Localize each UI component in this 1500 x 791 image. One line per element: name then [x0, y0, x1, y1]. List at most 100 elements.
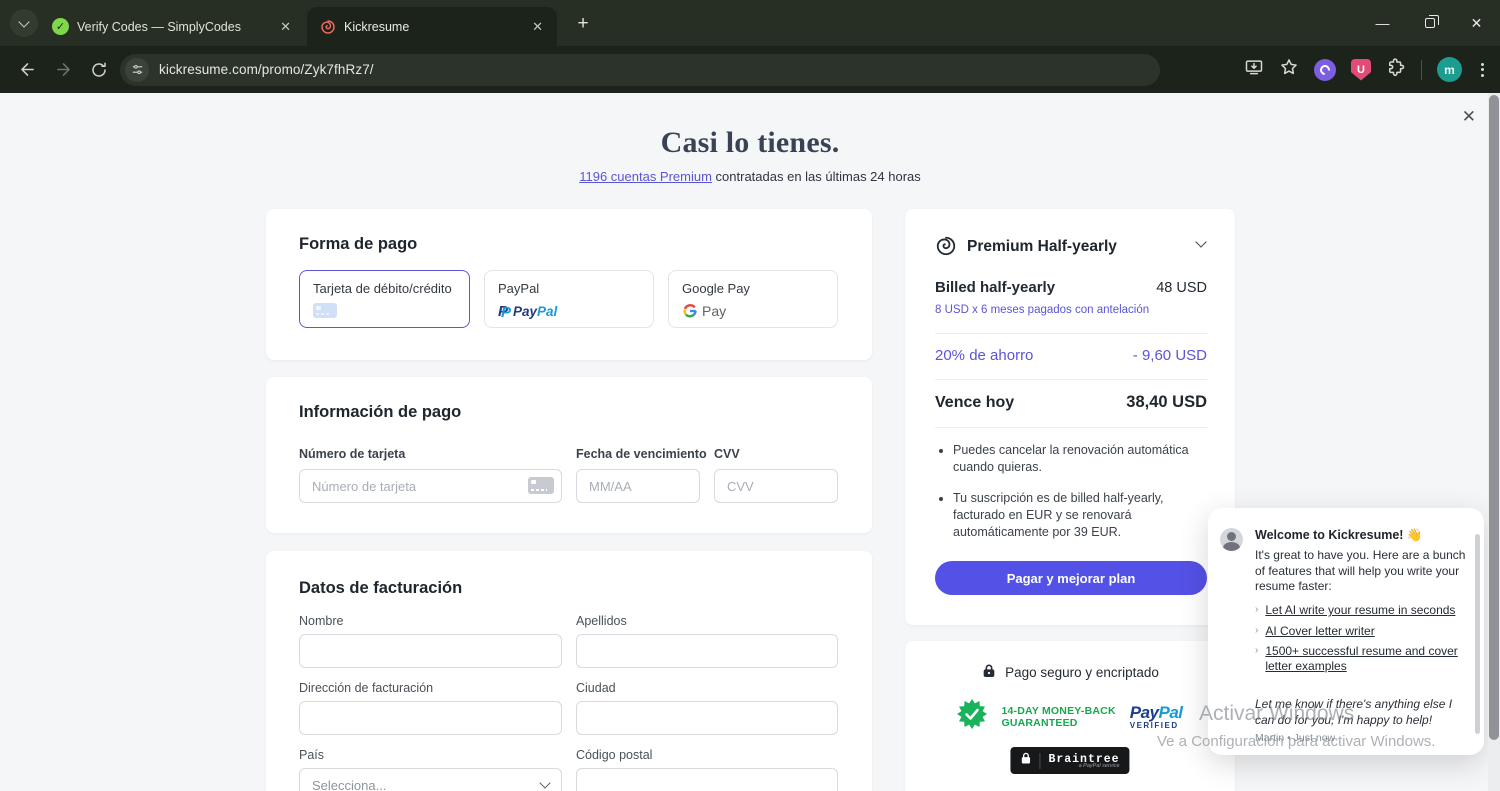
payment-option-label: Tarjeta de débito/crédito — [313, 281, 452, 296]
braintree-lock-icon — [1020, 752, 1031, 770]
braintree-badge: Braintree a PayPal service — [1010, 747, 1130, 774]
install-page-icon[interactable] — [1244, 57, 1264, 82]
simplycodes-extension-icon[interactable] — [1314, 58, 1336, 81]
payment-option-label: PayPal — [498, 281, 540, 296]
tab-close-icon[interactable]: ✕ — [528, 17, 547, 37]
site-settings-icon[interactable] — [125, 57, 149, 82]
profile-avatar[interactable]: m — [1437, 57, 1462, 82]
new-tab-button[interactable]: + — [570, 11, 596, 37]
bullet-arrow-icon: › — [1255, 604, 1259, 615]
lock-icon — [981, 663, 997, 682]
country-select[interactable]: Selecciona... — [299, 768, 562, 791]
social-proof-line: 1196 cuentas Premium contratadas en las … — [0, 169, 1500, 184]
window-minimize-button[interactable]: — — [1359, 0, 1406, 46]
billed-row: Billed half-yearly 48 USD — [935, 279, 1207, 296]
payment-option-card[interactable]: Tarjeta de débito/crédito — [299, 270, 470, 328]
postal-input[interactable] — [576, 768, 838, 791]
first-name-input[interactable] — [299, 634, 562, 668]
city-input[interactable] — [576, 701, 838, 735]
social-proof-rest: contratadas en las últimas 24 horas — [711, 169, 921, 184]
url-text: kickresume.com/promo/Zyk7fhRz7/ — [159, 62, 374, 77]
card-number-label: Número de tarjeta — [299, 447, 406, 461]
country-label: País — [299, 748, 325, 762]
last-name-label: Apellidos — [576, 614, 627, 628]
back-button[interactable] — [12, 55, 42, 85]
window-restore-button[interactable] — [1406, 0, 1453, 46]
extensions-puzzle-icon[interactable] — [1386, 57, 1406, 82]
payment-option-paypal[interactable]: PayPal PP Pay Pal — [484, 270, 654, 328]
page-title: Casi lo tienes. — [660, 126, 840, 159]
chat-feature-links: › Let AI write your resume in seconds › AI… — [1255, 603, 1472, 679]
city-label: Ciudad — [576, 681, 616, 695]
chat-link-cover-letter[interactable]: AI Cover letter writer — [1265, 624, 1374, 639]
chat-link-examples[interactable]: 1500+ successful resume and cover letter… — [1265, 644, 1472, 673]
close-checkout-icon[interactable]: ✕ — [1462, 108, 1476, 125]
moneyback-seal-icon — [957, 699, 988, 734]
paypal-monogram-icon: PP — [498, 303, 512, 321]
kickresume-favicon-icon — [319, 18, 336, 35]
cvv-label: CVV — [714, 447, 740, 461]
card-brand-icon — [528, 477, 554, 494]
window-controls: — ✕ — [1359, 0, 1500, 46]
discount-label: 20% de ahorro — [935, 347, 1034, 364]
chat-scrollbar[interactable] — [1475, 534, 1480, 734]
toolbar-divider — [1421, 59, 1422, 80]
due-label: Vence hoy — [935, 394, 1015, 411]
payment-info-card: Información de pago Número de tarjeta Fe… — [266, 377, 872, 533]
billing-card: Datos de facturación Nombre Apellidos Di… — [266, 551, 872, 791]
kickresume-logo-icon — [935, 235, 957, 262]
chat-widget: Welcome to Kickresume! 👋 It's great to h… — [1208, 508, 1484, 755]
page-scrollbar[interactable] — [1488, 93, 1500, 791]
support-agent-avatar — [1220, 528, 1243, 551]
chevron-down-icon — [539, 777, 551, 789]
tab-title: Verify Codes — SimplyCodes — [77, 19, 241, 34]
payment-method-heading: Forma de pago — [299, 235, 418, 253]
billed-value: 48 USD — [1156, 280, 1207, 296]
first-name-label: Nombre — [299, 614, 344, 628]
billed-label: Billed half-yearly — [935, 279, 1056, 296]
pay-button[interactable]: Pagar y mejorar plan — [935, 561, 1207, 595]
tab-kickresume[interactable]: Kickresume ✕ — [307, 7, 557, 46]
chat-message-body: It's great to have you. Here are a bunch… — [1255, 548, 1466, 593]
discount-value: - 9,60 USD — [1132, 347, 1207, 364]
country-select-value: Selecciona... — [312, 777, 387, 791]
moneyback-text: 14-DAY MONEY-BACK GUARANTEED — [1001, 704, 1116, 729]
reload-button[interactable] — [84, 55, 114, 85]
expiry-input[interactable] — [576, 469, 700, 503]
chat-link-ai-resume[interactable]: Let AI write your resume in seconds — [1265, 603, 1455, 618]
browser-toolbar: kickresume.com/promo/Zyk7fhRz7/ U m — [0, 46, 1500, 93]
due-row: Vence hoy 38,40 USD — [935, 393, 1207, 412]
address-input[interactable] — [299, 701, 562, 735]
simplycodes-favicon-icon: ✓ — [52, 18, 69, 35]
premium-accounts-link[interactable]: 1196 cuentas Premium — [579, 169, 712, 184]
billed-note: 8 USD x 6 meses pagados con antelación — [935, 304, 1150, 316]
tab-simplycodes[interactable]: ✓ Verify Codes — SimplyCodes ✕ — [40, 7, 305, 46]
plan-note: Puedes cancelar la renovación automática… — [953, 442, 1209, 476]
plan-notes: Puedes cancelar la renovación automática… — [953, 442, 1209, 555]
browser-tab-strip: ✓ Verify Codes — SimplyCodes ✕ Kickresum… — [0, 0, 1500, 46]
shield-extension-icon[interactable]: U — [1351, 58, 1371, 81]
secure-payment-label: Pago seguro y encriptado — [1005, 665, 1159, 680]
forward-button[interactable] — [48, 55, 78, 85]
discount-row: 20% de ahorro - 9,60 USD — [935, 347, 1207, 364]
url-bar[interactable]: kickresume.com/promo/Zyk7fhRz7/ — [120, 53, 1160, 86]
chevron-down-icon — [18, 15, 30, 28]
last-name-input[interactable] — [576, 634, 838, 668]
cvv-input[interactable] — [714, 469, 838, 503]
payment-option-googlepay[interactable]: Google Pay Pay — [668, 270, 838, 328]
security-card: Pago seguro y encriptado 14-DAY MONEY-BA… — [905, 641, 1235, 791]
bookmark-star-icon[interactable] — [1279, 57, 1299, 82]
plan-collapse-chevron-icon[interactable] — [1195, 236, 1207, 248]
chat-title: Welcome to Kickresume! 👋 — [1255, 528, 1423, 542]
page-scrollbar-thumb[interactable] — [1489, 95, 1499, 740]
window-close-button[interactable]: ✕ — [1453, 0, 1500, 46]
payment-option-label: Google Pay — [682, 281, 750, 296]
card-number-input[interactable] — [299, 469, 562, 503]
credit-card-icon — [313, 303, 337, 318]
paypal-logo-icon: PP Pay Pal — [498, 303, 558, 321]
chrome-menu-icon[interactable] — [1477, 59, 1488, 81]
tab-search-button[interactable] — [10, 9, 38, 37]
bullet-arrow-icon: › — [1255, 624, 1259, 636]
bullet-arrow-icon: › — [1255, 645, 1259, 656]
tab-close-icon[interactable]: ✕ — [276, 17, 295, 37]
